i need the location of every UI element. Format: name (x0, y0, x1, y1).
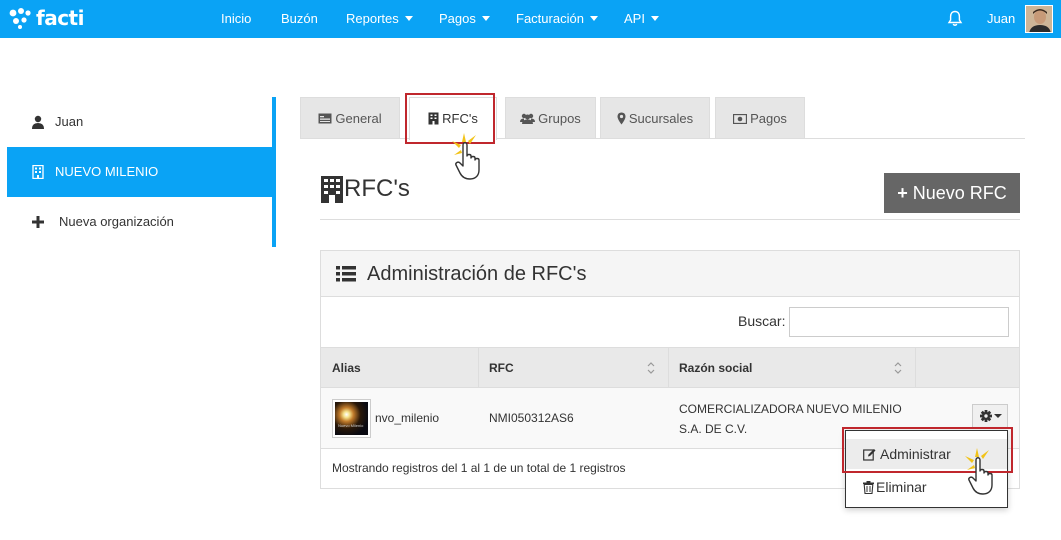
sort-icon[interactable] (647, 361, 655, 375)
tab-label: Sucursales (628, 111, 694, 126)
tab-pagos[interactable]: Pagos (715, 97, 805, 138)
tab-label: Pagos (750, 111, 787, 126)
nav-api[interactable]: API (624, 0, 659, 38)
bell-icon[interactable] (947, 10, 963, 32)
cell-alias: nvo_milenio (375, 411, 440, 425)
nav-reportes[interactable]: Reportes (346, 0, 413, 38)
sidebar-item-nuevo-milenio[interactable]: NUEVO MILENIO (7, 147, 272, 197)
tab-general[interactable]: General (300, 97, 400, 138)
map-marker-icon (617, 112, 626, 125)
caret-down-icon (589, 16, 598, 22)
nav-pagos[interactable]: Pagos (439, 0, 490, 38)
nav-reportes-label: Reportes (346, 11, 399, 26)
panel-header: Administración de RFC's (321, 251, 1019, 297)
nav-inicio-label: Inicio (221, 11, 252, 26)
search-label: Buscar: (738, 313, 786, 329)
row-actions-button[interactable] (972, 404, 1008, 428)
users-icon (520, 113, 536, 125)
tab-sucursales[interactable]: Sucursales (600, 97, 710, 138)
cell-razon-social: S.A. DE C.V. (679, 422, 748, 436)
organization-sidebar: Juan NUEVO MILENIO Nueva organización (7, 97, 276, 247)
page-title-text: RFC's (344, 175, 410, 202)
caret-down-icon (481, 16, 490, 22)
plus-icon: + (897, 183, 908, 203)
app-name: facti (36, 6, 84, 30)
user-avatar[interactable] (1025, 5, 1053, 33)
table-info: Mostrando registros del 1 al 1 de un tot… (332, 461, 626, 475)
column-divider (915, 348, 916, 388)
nav-buzon-label: Buzón (281, 11, 318, 26)
sidebar-item-label: Juan (55, 114, 84, 129)
building-icon (32, 165, 44, 179)
rfc-logo-image: Nuevo Milenio (335, 402, 368, 435)
column-divider (668, 348, 669, 388)
plus-icon (32, 216, 44, 228)
money-icon (733, 113, 748, 124)
nav-api-label: API (624, 11, 645, 26)
building-icon (321, 176, 343, 203)
column-header-razon-social[interactable]: Razón social (679, 348, 752, 388)
sidebar-item-nueva-organizacion[interactable]: Nueva organización (7, 197, 272, 247)
list-icon (336, 266, 356, 282)
nav-inicio[interactable]: Inicio (221, 0, 251, 38)
menu-item-label: Eliminar (876, 479, 927, 495)
thumb-caption: Nuevo Milenio (338, 423, 364, 428)
nav-buzon[interactable]: Buzón (281, 0, 318, 38)
table-header: Alias RFC Razón social (321, 347, 1019, 388)
user-menu-name[interactable]: Juan (987, 0, 1015, 38)
id-card-icon (318, 113, 332, 124)
column-divider (478, 348, 479, 388)
column-header-alias[interactable]: Alias (332, 348, 361, 388)
nav-facturacion[interactable]: Facturación (516, 0, 598, 38)
rfc-logo-thumbnail: Nuevo Milenio (332, 399, 371, 438)
column-header-rfc[interactable]: RFC (489, 348, 514, 388)
new-rfc-button[interactable]: + Nuevo RFC (884, 173, 1020, 213)
user-icon (32, 115, 44, 129)
panel-title: Administración de RFC's (367, 263, 587, 285)
caret-down-icon (994, 414, 1002, 418)
gear-icon (980, 410, 1002, 422)
search-input[interactable] (789, 307, 1009, 337)
hand-cursor-icon (452, 133, 480, 180)
cell-rfc: NMI050312AS6 (489, 411, 574, 425)
trash-icon (863, 481, 874, 494)
logo-mark-icon (9, 8, 31, 29)
sidebar-item-label: NUEVO MILENIO (55, 164, 159, 179)
tab-label: General (335, 111, 382, 126)
page-title: RFC's (320, 174, 410, 204)
hand-cursor-icon (965, 448, 993, 495)
tab-label: Grupos (538, 111, 581, 126)
sidebar-item-label: Nueva organización (59, 214, 174, 229)
top-navbar: facti Inicio Buzón Reportes Pagos Factur… (0, 0, 1061, 38)
nav-pagos-label: Pagos (439, 11, 476, 26)
new-rfc-label: Nuevo RFC (912, 183, 1007, 203)
caret-down-icon (650, 16, 659, 22)
caret-down-icon (404, 16, 413, 22)
sort-icon[interactable] (894, 361, 902, 375)
sidebar-item-juan[interactable]: Juan (7, 97, 272, 147)
title-divider (320, 219, 1020, 220)
cell-razon-social: COMERCIALIZADORA NUEVO MILENIO (679, 402, 902, 416)
facti-logo[interactable]: facti (7, 6, 84, 30)
tab-grupos[interactable]: Grupos (505, 97, 596, 138)
nav-facturacion-label: Facturación (516, 11, 584, 26)
